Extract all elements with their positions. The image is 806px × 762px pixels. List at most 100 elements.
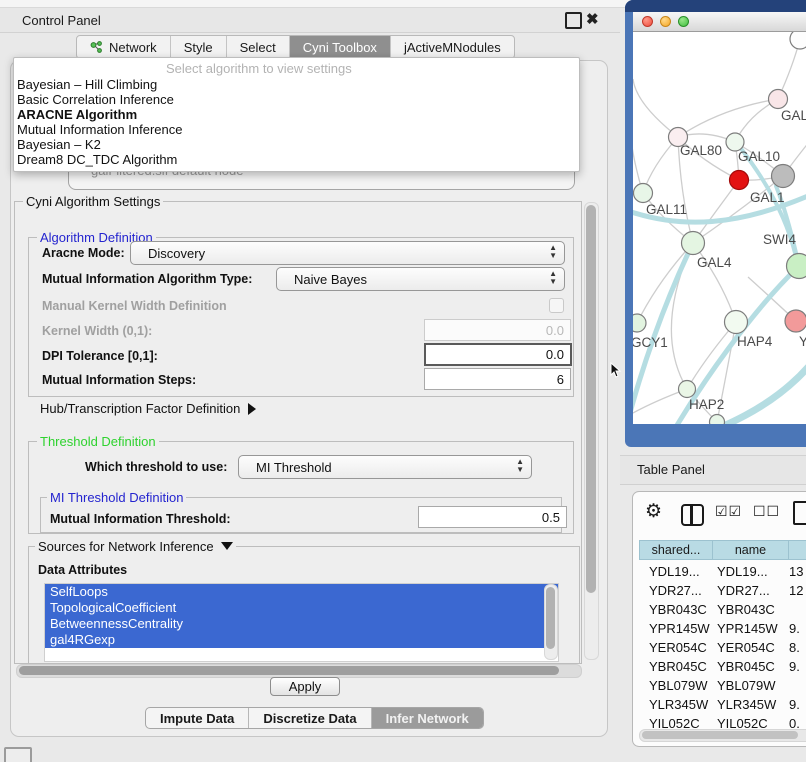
node-hap2[interactable] [679, 381, 696, 398]
table-row[interactable]: YBR045CYBR045C9. [639, 657, 800, 676]
new-table-icon[interactable] [793, 501, 806, 525]
table-row[interactable]: YPR145WYPR145W9. [639, 619, 800, 638]
network-graph: GAL GAL80 GAL10 GAL1 GAL11 SWI4 GAL4 GCY… [633, 32, 806, 424]
table-row[interactable]: YBL079WYBL079W [639, 676, 789, 695]
float-panel-icon[interactable] [565, 12, 582, 29]
network-canvas[interactable]: GAL GAL80 GAL10 GAL1 GAL11 SWI4 GAL4 GCY… [633, 32, 806, 424]
bottom-tabbar: Impute Data Discretize Data Infer Networ… [145, 707, 484, 729]
node-gal4[interactable] [682, 232, 705, 255]
network-window-titlebar[interactable] [633, 12, 806, 32]
columns-icon[interactable] [681, 504, 704, 526]
sources-legend[interactable]: Sources for Network Inference [35, 539, 236, 554]
tab-infer-network[interactable]: Infer Network [372, 708, 483, 728]
control-panel-title: Control Panel [22, 13, 101, 28]
mi-steps-input[interactable]: 6 [424, 368, 571, 390]
aracne-mode-label: Aracne Mode: [42, 246, 125, 260]
kernel-width-input[interactable]: 0.0 [424, 319, 571, 341]
control-panel-tabbar: Network Style Select Cyni Toolbox jActiv… [76, 35, 515, 59]
close-panel-icon[interactable]: ✖ [586, 10, 599, 28]
node-swi4[interactable] [787, 254, 806, 279]
network-view-window[interactable]: GAL GAL80 GAL10 GAL1 GAL11 SWI4 GAL4 GCY… [625, 0, 806, 447]
tab-network[interactable]: Network [77, 36, 171, 58]
minimized-panel-icon[interactable] [4, 747, 32, 762]
app-root: Control Panel ✖ Network Style Select C [0, 0, 806, 762]
settings-hscrollbar-track[interactable] [16, 664, 582, 678]
zoom-traffic-light-icon[interactable] [678, 16, 689, 27]
tab-impute-data[interactable]: Impute Data [146, 708, 249, 728]
node-hap4[interactable] [725, 311, 748, 334]
window-top-frame [625, 0, 806, 12]
tab-network-label: Network [109, 40, 157, 55]
stepper-arrows-icon: ▲▼ [549, 244, 557, 260]
node-label: SWI4 [763, 232, 796, 247]
column-header-name[interactable]: name [712, 540, 788, 560]
attributes-scrollbar-thumb[interactable] [546, 587, 555, 649]
deselect-all-checkboxes-icon[interactable]: ☐☐ [753, 503, 780, 520]
settings-scrollbar-thumb[interactable] [586, 205, 596, 593]
apply-button[interactable]: Apply [270, 677, 340, 696]
node-label: HAP2 [689, 397, 724, 412]
data-attributes-list: SelfLoops TopologicalCoefficient Between… [44, 583, 559, 662]
algorithm-option-aracne[interactable]: ARACNE Algorithm [17, 107, 137, 122]
node-label: GAL4 [697, 255, 732, 270]
settings-hscrollbar-thumb[interactable] [19, 666, 559, 675]
algorithm-option-bayesian-hill[interactable]: Bayesian – Hill Climbing [17, 77, 157, 92]
table-hscrollbar-thumb[interactable] [642, 731, 798, 739]
node-label: GAL [781, 108, 806, 123]
minimize-traffic-light-icon[interactable] [660, 16, 671, 27]
node-label: GAL1 [750, 190, 785, 205]
which-threshold-select[interactable]: MI Threshold ▲▼ [238, 455, 532, 479]
table-row[interactable]: YER054CYER054C8. [639, 638, 800, 657]
hub-tf-definition-toggle[interactable]: Hub/Transcription Factor Definition [40, 401, 256, 416]
list-item-gal4rgexp[interactable]: gal4RGexp [45, 632, 558, 648]
table-row[interactable]: YDR27...YDR27...12 [639, 581, 803, 600]
gear-icon[interactable]: ⚙ [645, 500, 662, 523]
list-item-topologicalcoefficient[interactable]: TopologicalCoefficient [45, 600, 558, 616]
node-unlabeled-gray[interactable] [772, 165, 795, 188]
dpi-tolerance-input[interactable]: 0.0 [424, 343, 572, 366]
table-row[interactable]: YLR345WYLR345W9. [639, 695, 800, 714]
kernel-width-label: Kernel Width (0,1): [42, 324, 152, 338]
table-row[interactable]: YBR043CYBR043C [639, 600, 789, 619]
table-hscrollbar-track[interactable] [639, 729, 806, 742]
mi-type-select[interactable]: Naive Bayes ▲▼ [276, 267, 565, 291]
dpi-tolerance-label: DPI Tolerance [0,1]: [42, 349, 158, 363]
algorithm-option-dream8[interactable]: Dream8 DC_TDC Algorithm [17, 152, 177, 167]
algorithm-option-basic-correlation[interactable]: Basic Correlation Inference [17, 92, 174, 107]
mi-type-label: Mutual Information Algorithm Type: [42, 272, 252, 286]
select-all-checkboxes-icon[interactable]: ☑☑ [715, 503, 742, 520]
algorithm-option-bayesian-k2[interactable]: Bayesian – K2 [17, 137, 101, 152]
node-gal11[interactable] [634, 184, 653, 203]
column-header-shared[interactable]: shared... [639, 540, 712, 560]
tab-jactivemnodules[interactable]: jActiveMNodules [391, 36, 514, 58]
column-header-partial[interactable]: A [788, 540, 806, 560]
node-label: GAL80 [680, 143, 722, 158]
list-item-betweennesscentrality[interactable]: BetweennessCentrality [45, 616, 558, 632]
tab-style[interactable]: Style [171, 36, 227, 58]
stepper-arrows-icon: ▲▼ [549, 270, 557, 286]
list-item-selfloops[interactable]: SelfLoops [45, 584, 558, 600]
tab-select[interactable]: Select [227, 36, 290, 58]
node-y-partial[interactable] [785, 310, 806, 332]
table-panel-card: ⚙ ☑☑ ☐☐ shared... name A YDL19...YDL19..… [632, 491, 806, 747]
table-header-row: shared... name A [639, 540, 806, 560]
tab-discretize-data[interactable]: Discretize Data [249, 708, 371, 728]
algorithm-dropdown-placeholder: Select algorithm to view settings [166, 61, 352, 76]
node-unlabeled-green[interactable] [710, 415, 725, 425]
aracne-mode-select[interactable]: Discovery ▲▼ [130, 241, 565, 265]
mi-threshold-input[interactable]: 0.5 [418, 506, 567, 528]
mi-steps-label: Mutual Information Steps: [42, 373, 196, 387]
table-row[interactable]: YDL19...YDL19...13 [639, 562, 803, 581]
node-gcy1[interactable] [633, 314, 646, 332]
attributes-scrollbar-track[interactable] [544, 584, 558, 660]
tab-cyni-toolbox[interactable]: Cyni Toolbox [290, 36, 391, 58]
network-icon [90, 41, 103, 54]
node-gal-partial[interactable] [769, 90, 788, 109]
close-traffic-light-icon[interactable] [642, 16, 653, 27]
manual-kernel-checkbox[interactable] [549, 298, 564, 313]
settings-scrollbar-track[interactable] [584, 202, 599, 660]
node-gal1[interactable] [730, 171, 749, 190]
algorithm-option-mutual-information[interactable]: Mutual Information Inference [17, 122, 182, 137]
node-unlabeled-white[interactable] [790, 32, 806, 49]
node-label: HAP4 [737, 334, 773, 349]
